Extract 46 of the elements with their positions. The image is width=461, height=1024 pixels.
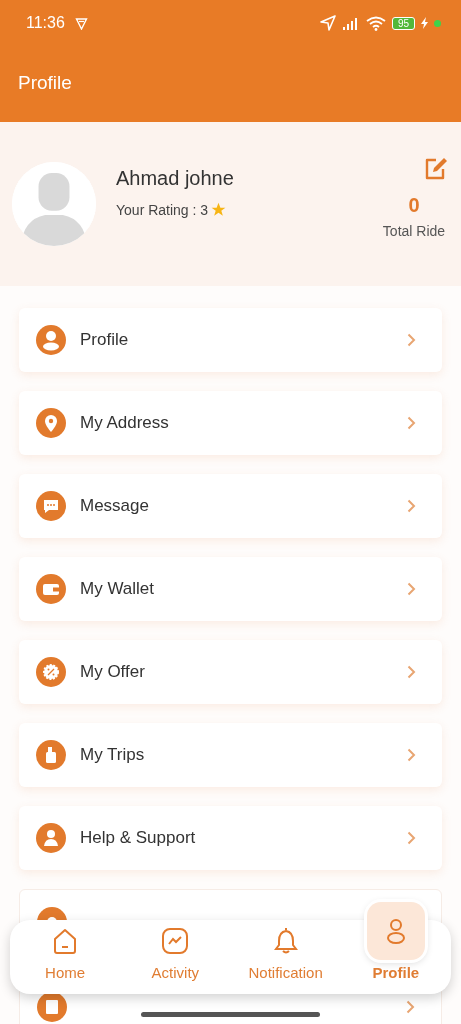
menu-label: Message bbox=[80, 496, 149, 516]
ride-label: Total Ride bbox=[382, 222, 446, 239]
chevron-right-icon bbox=[406, 1000, 415, 1014]
menu-item[interactable]: My Trips bbox=[19, 723, 442, 787]
user-name: Ahmad johne bbox=[116, 166, 235, 190]
star-icon bbox=[211, 202, 227, 217]
location-pin-icon bbox=[36, 408, 66, 438]
discount-icon bbox=[36, 657, 66, 687]
chevron-right-icon bbox=[407, 416, 416, 430]
menu-item[interactable]: My Wallet bbox=[19, 557, 442, 621]
support-agent-icon bbox=[36, 823, 66, 853]
status-dot bbox=[434, 19, 441, 27]
chat-icon bbox=[36, 491, 66, 521]
menu-label: My Wallet bbox=[80, 579, 154, 599]
chart-icon bbox=[160, 926, 191, 956]
chevron-right-icon bbox=[407, 499, 416, 513]
menu-item[interactable]: Help & Support bbox=[19, 806, 442, 870]
chevron-right-icon bbox=[407, 333, 416, 347]
battery-indicator: 95 bbox=[391, 16, 415, 30]
page-title: Profile bbox=[18, 72, 72, 93]
menu-label: Help & Support bbox=[80, 828, 196, 848]
wallet-icon bbox=[36, 574, 66, 604]
charging-icon bbox=[421, 17, 428, 29]
chevron-right-icon bbox=[407, 831, 416, 845]
menu-label: Profile bbox=[80, 330, 129, 350]
rating-text: Your Rating : 3 bbox=[116, 201, 209, 218]
menu-label: My Trips bbox=[80, 745, 145, 765]
person-icon bbox=[366, 902, 425, 960]
signal-icon bbox=[341, 16, 360, 30]
chevron-right-icon bbox=[407, 582, 416, 596]
ride-count: 0 bbox=[408, 193, 420, 217]
chevron-right-icon bbox=[407, 665, 416, 679]
wifi-icon bbox=[365, 15, 386, 31]
status-time: 11:36 bbox=[26, 14, 65, 32]
menu-item[interactable]: My Address bbox=[19, 391, 442, 455]
chevron-right-icon bbox=[407, 748, 416, 762]
menu-item[interactable]: Message bbox=[19, 474, 442, 538]
menu-label: My Address bbox=[80, 413, 169, 433]
menu-label: My Offer bbox=[80, 662, 145, 682]
shield-icon bbox=[74, 16, 88, 30]
location-icon bbox=[319, 15, 336, 31]
luggage-icon bbox=[36, 740, 66, 770]
edit-button[interactable] bbox=[423, 155, 449, 182]
menu-item[interactable]: My Offer bbox=[19, 640, 442, 704]
menu-item[interactable]: Profile bbox=[19, 308, 442, 372]
person-icon bbox=[36, 325, 66, 355]
